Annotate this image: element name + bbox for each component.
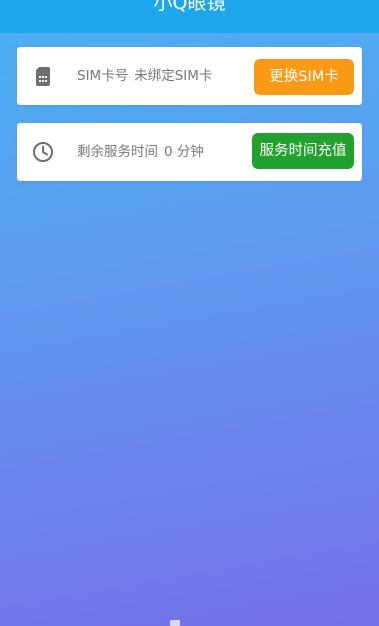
bottom-handle — [170, 620, 180, 626]
service-time-text: 剩余服务时间 0 分钟 — [77, 123, 204, 181]
service-time-value: 0 分钟 — [164, 144, 204, 160]
sim-card-text: SIM卡号 未绑定SIM卡 — [77, 47, 212, 105]
sim-card-label: SIM卡号 — [77, 68, 129, 84]
app-title: 小Q眼镜 — [153, 0, 226, 14]
sim-card-row: SIM卡号 未绑定SIM卡 更换SIM卡 — [17, 47, 362, 105]
clock-icon — [33, 142, 53, 162]
service-time-label: 剩余服务时间 — [77, 144, 158, 160]
service-time-row: 剩余服务时间 0 分钟 服务时间充值 — [17, 123, 362, 181]
sim-card-value: 未绑定SIM卡 — [134, 68, 213, 84]
change-sim-button[interactable]: 更换SIM卡 — [254, 59, 354, 95]
recharge-time-button[interactable]: 服务时间充值 — [252, 133, 354, 169]
title-bar: 小Q眼镜 — [0, 0, 379, 33]
sim-card-icon — [36, 67, 50, 86]
